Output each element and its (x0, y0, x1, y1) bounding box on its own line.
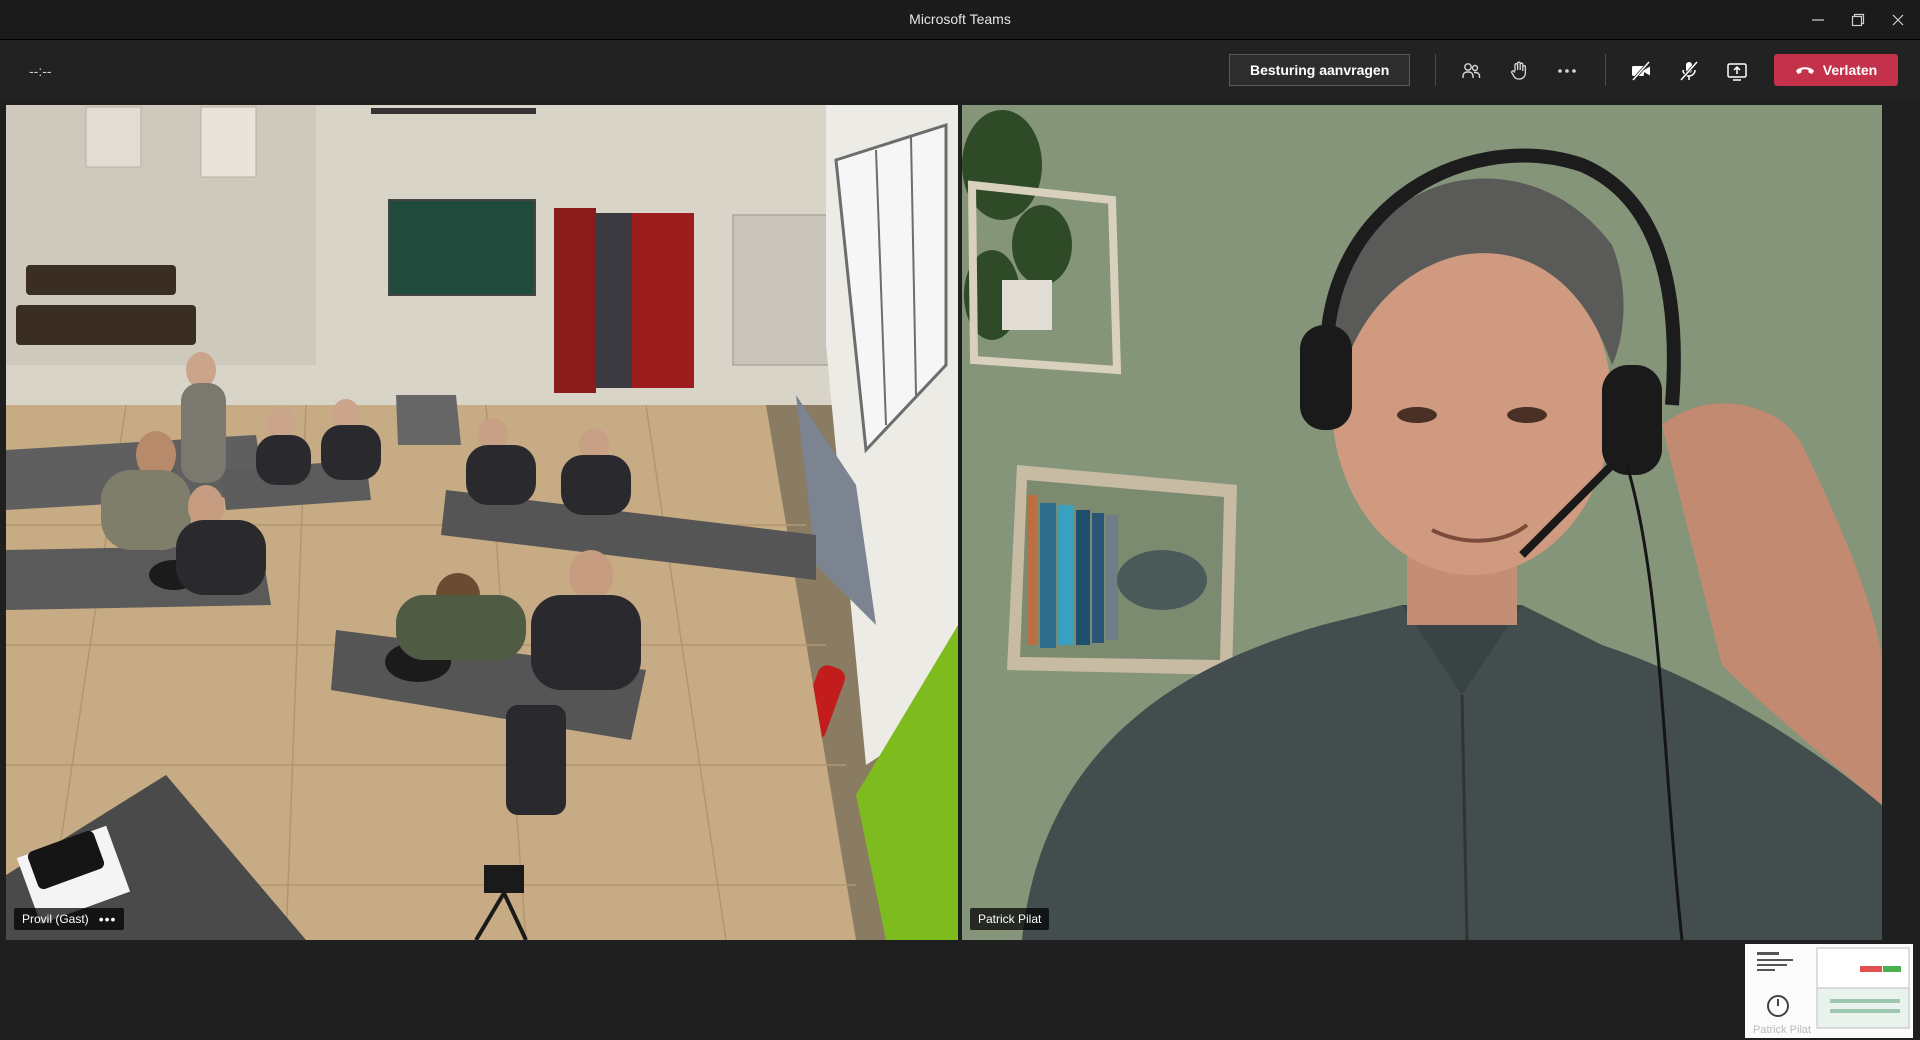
participant-name-tag: Provil (Gast) ••• (14, 908, 125, 930)
restore-icon (1851, 13, 1865, 26)
leave-label: Verlaten (1822, 62, 1878, 78)
video-tile-classroom[interactable]: Provil (Gast) ••• (6, 105, 958, 940)
mic-off-icon (1679, 61, 1699, 81)
participant-name: Patrick Pilat (978, 912, 1042, 926)
title-bar: Microsoft Teams (0, 0, 1920, 40)
meeting-toolbar: --:-- Besturing aanvragen Verlaten (0, 40, 1920, 102)
toolbar-divider (1605, 54, 1606, 86)
share-screen-icon (1727, 63, 1747, 81)
close-button[interactable] (1875, 0, 1920, 39)
window-title: Microsoft Teams (909, 11, 1011, 27)
presenter-video-feed (962, 105, 1882, 940)
thumbnail-participant-name: Patrick Pilat (1753, 1024, 1812, 1036)
minimize-icon (1812, 18, 1824, 21)
participant-name: Provil (Gast) (22, 912, 89, 926)
camera-off-icon (1631, 61, 1651, 81)
participants-button[interactable] (1454, 54, 1488, 88)
participant-more-options[interactable]: ••• (99, 908, 117, 930)
toolbar-divider (1435, 54, 1436, 86)
raise-hand-button[interactable] (1502, 54, 1536, 88)
camera-toggle-button[interactable] (1624, 54, 1658, 88)
participant-name-tag: Patrick Pilat (970, 908, 1050, 930)
meeting-timer: --:-- (29, 63, 52, 79)
leave-button[interactable]: Verlaten (1774, 54, 1898, 86)
close-icon (1892, 14, 1904, 25)
teams-window: Microsoft Teams --:-- Besturing aanvrage… (0, 0, 1920, 1040)
shared-screen-thumbnail[interactable]: Patrick Pilat (1745, 944, 1913, 1038)
classroom-video-feed (6, 105, 958, 940)
share-screen-button[interactable] (1720, 54, 1754, 88)
mic-toggle-button[interactable] (1672, 54, 1706, 88)
more-options-icon (1558, 69, 1576, 73)
more-options-button[interactable] (1550, 54, 1584, 88)
hang-up-icon (1795, 67, 1814, 74)
request-control-button[interactable]: Besturing aanvragen (1229, 54, 1411, 86)
raise-hand-icon (1511, 61, 1527, 80)
video-tile-presenter[interactable]: Patrick Pilat (962, 105, 1882, 940)
participants-icon (1462, 63, 1481, 78)
